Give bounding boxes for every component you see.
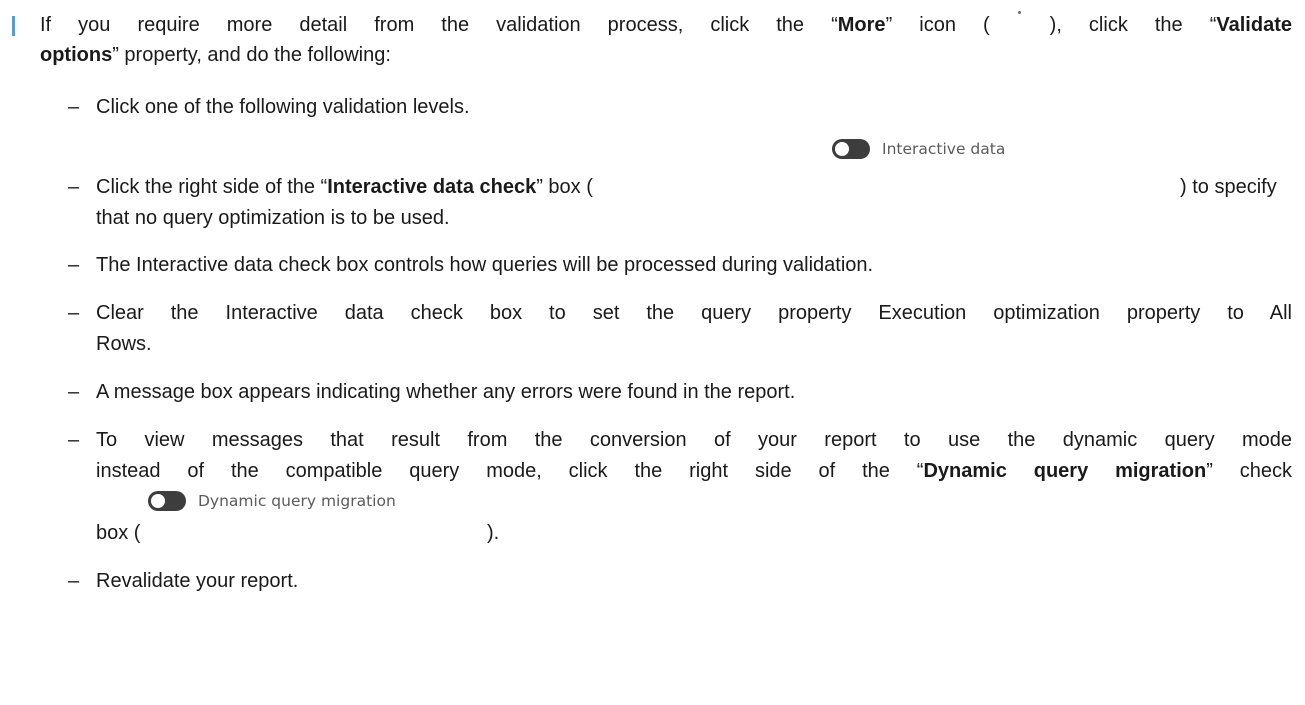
step-2-tail: ) to specify [1180,176,1277,198]
validate-label: Validate [1216,14,1292,36]
step-6-line-3-close: ). [487,522,500,544]
interactive-data-toggle[interactable]: Interactive data [832,138,1005,160]
toggle-switch-icon[interactable] [832,138,870,159]
dynamic-query-migration-toggle[interactable]: Dynamic query migration [148,490,396,512]
step-5: – A message box appears indicating whethe… [68,381,796,403]
more-icon [990,10,1050,37]
interactive-data-toggle-label: Interactive data [882,140,1006,158]
step-6-line-3: box ( [96,522,141,544]
intro-line-2: options” property, and do the following: [40,44,391,66]
step-4-line-1: – Clear the Interactive data check box to… [68,302,1292,324]
document-page: If you require more detail from the vali… [0,0,1305,705]
toggle-switch-icon[interactable] [148,490,186,511]
step-2-line-2: that no query optimization is to be used… [96,207,450,229]
dynamic-query-migration-toggle-label: Dynamic query migration [198,492,396,510]
step-4-line-2: Rows. [96,333,152,355]
step-3: – The Interactive data check box controls… [68,254,874,276]
bullet-marker [12,16,15,36]
options-label: options [40,44,113,66]
dynamic-query-migration-label: Dynamic query migration [923,460,1207,482]
interactive-data-check-label: Interactive data check [327,176,537,198]
step-2-line-1: – Click the right side of the “Interactiv… [68,176,593,198]
step-6-line-2: instead of the compatible query mode, cl… [96,460,1293,482]
intro-line-1: If you require more detail from the vali… [40,10,1292,38]
step-6-line-1: – To view messages that result from the c… [68,429,1292,451]
step-1: – Click one of the following validation l… [68,96,470,118]
step-7: – Revalidate your report. [68,570,299,592]
more-label: More [837,14,886,36]
